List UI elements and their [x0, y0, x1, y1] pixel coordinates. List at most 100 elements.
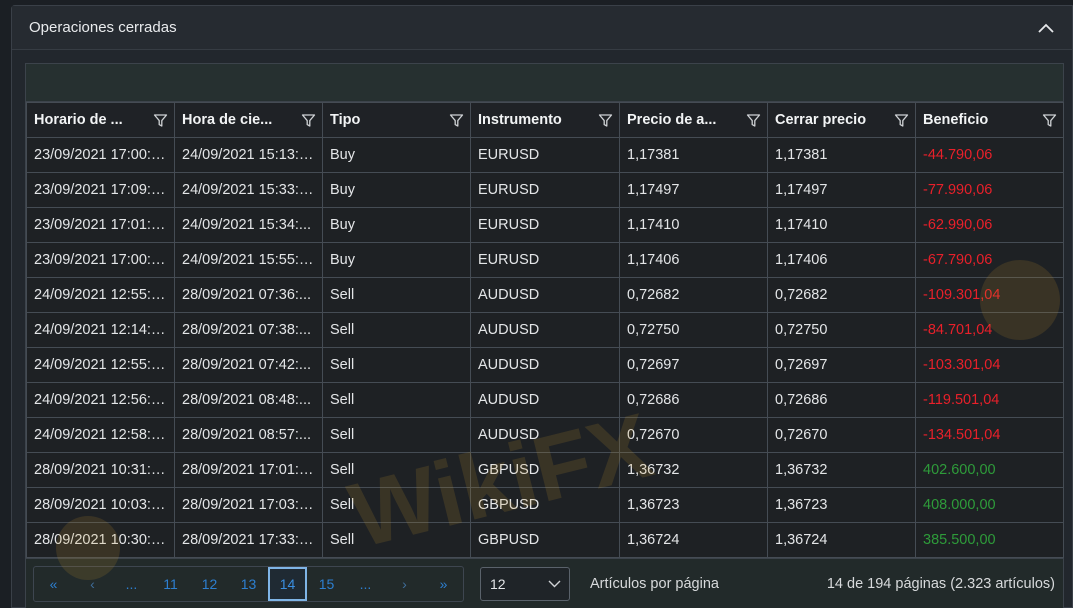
- table-cell: 1,17406: [767, 242, 916, 278]
- table-cell: 28/09/2021 17:03:34: [174, 487, 323, 523]
- table-cell: 0,72697: [767, 347, 916, 383]
- table-cell: GBPUSD: [470, 522, 620, 558]
- table-cell: 24/09/2021 15:33:20: [174, 172, 323, 208]
- filter-icon[interactable]: [301, 113, 316, 128]
- profit-cell: -62.990,06: [915, 207, 1064, 243]
- table-cell: Sell: [322, 417, 471, 453]
- column-header[interactable]: Precio de a...: [619, 102, 768, 138]
- table-row[interactable]: 24/09/2021 12:55:52 28/09/2021 07:42:... S…: [26, 347, 1064, 383]
- table-cell: AUDUSD: [470, 347, 620, 383]
- data-grid: Horario de ... Hora de cie... Tipo Instrume…: [25, 63, 1064, 608]
- table-cell: 1,36723: [767, 487, 916, 523]
- table-row[interactable]: 24/09/2021 12:55:20 28/09/2021 07:36:... S…: [26, 277, 1064, 313]
- table-cell: 1,17406: [619, 242, 768, 278]
- page-size-select[interactable]: 12: [480, 566, 570, 601]
- panel-header[interactable]: Operaciones cerradas: [12, 6, 1072, 50]
- table-cell: 28/09/2021 08:57:...: [174, 417, 323, 453]
- chevron-down-icon: [548, 580, 561, 587]
- table-cell: AUDUSD: [470, 417, 620, 453]
- column-header[interactable]: Beneficio: [915, 102, 1064, 138]
- column-header[interactable]: Tipo: [322, 102, 471, 138]
- page-button[interactable]: 15: [307, 567, 346, 601]
- table-cell: 1,17497: [767, 172, 916, 208]
- filter-icon[interactable]: [746, 113, 761, 128]
- table-cell: 28/09/2021 17:01:20: [174, 452, 323, 488]
- table-cell: 0,72682: [619, 277, 768, 313]
- profit-cell: -44.790,06: [915, 137, 1064, 173]
- profit-cell: 385.500,00: [915, 522, 1064, 558]
- table-cell: 28/09/2021 10:30:51: [26, 522, 175, 558]
- table-row[interactable]: 28/09/2021 10:03:57 28/09/2021 17:03:34 Se…: [26, 487, 1064, 523]
- table-cell: 0,72682: [767, 277, 916, 313]
- pagination: «‹... 11 12 13 14 15... ›»: [33, 565, 464, 602]
- trades-table: Horario de ... Hora de cie... Tipo Instrume…: [26, 102, 1064, 558]
- page-button[interactable]: 11: [151, 567, 190, 601]
- table-row[interactable]: 24/09/2021 12:14:00 28/09/2021 07:38:... S…: [26, 312, 1064, 348]
- table-row[interactable]: 23/09/2021 17:09:50 24/09/2021 15:33:20 Bu…: [26, 172, 1064, 208]
- table-cell: 1,36723: [619, 487, 768, 523]
- table-cell: 1,17497: [619, 172, 768, 208]
- table-cell: 23/09/2021 17:01:20: [26, 207, 175, 243]
- current-page-button[interactable]: 14: [268, 566, 307, 601]
- ellipsis-button[interactable]: ...: [112, 567, 151, 601]
- column-header[interactable]: Horario de ...: [26, 102, 175, 138]
- table-row[interactable]: 23/09/2021 17:01:20 24/09/2021 15:34:... B…: [26, 207, 1064, 243]
- last-page-button[interactable]: »: [424, 567, 463, 601]
- ellipsis-button[interactable]: ...: [346, 567, 385, 601]
- table-cell: 28/09/2021 07:38:...: [174, 312, 323, 348]
- table-cell: 0,72750: [767, 312, 916, 348]
- table-row[interactable]: 24/09/2021 12:58:40 28/09/2021 08:57:... S…: [26, 417, 1064, 453]
- page-button[interactable]: 12: [190, 567, 229, 601]
- table-cell: Sell: [322, 312, 471, 348]
- table-row[interactable]: 28/09/2021 10:31:20 28/09/2021 17:01:20 Se…: [26, 452, 1064, 488]
- table-cell: 24/09/2021 12:58:40: [26, 417, 175, 453]
- table-cell: 28/09/2021 08:48:...: [174, 382, 323, 418]
- chevron-up-icon[interactable]: [1036, 18, 1056, 38]
- table-cell: GBPUSD: [470, 487, 620, 523]
- column-header-label: Horario de ...: [34, 112, 123, 128]
- table-cell: Buy: [322, 207, 471, 243]
- filter-icon[interactable]: [449, 113, 464, 128]
- table-cell: Sell: [322, 522, 471, 558]
- table-cell: 0,72697: [619, 347, 768, 383]
- column-header[interactable]: Cerrar precio: [767, 102, 916, 138]
- page-button[interactable]: 13: [229, 567, 268, 601]
- table-cell: 28/09/2021 10:31:20: [26, 452, 175, 488]
- column-header-label: Hora de cie...: [182, 112, 273, 128]
- table-row[interactable]: 28/09/2021 10:30:51 28/09/2021 17:33:37 Se…: [26, 522, 1064, 558]
- table-cell: 0,72670: [619, 417, 768, 453]
- table-cell: 24/09/2021 15:55:30: [174, 242, 323, 278]
- table-cell: 1,17381: [767, 137, 916, 173]
- page-info: 14 de 194 páginas (2.323 artículos): [826, 575, 1055, 592]
- filter-icon[interactable]: [894, 113, 909, 128]
- filter-icon[interactable]: [598, 113, 613, 128]
- filter-icon[interactable]: [1042, 113, 1057, 128]
- column-header-label: Beneficio: [923, 112, 989, 128]
- table-cell: EURUSD: [470, 242, 620, 278]
- table-row[interactable]: 23/09/2021 17:00:02 24/09/2021 15:13:00 Bu…: [26, 137, 1064, 173]
- table-header-row: Horario de ... Hora de cie... Tipo Instrume…: [26, 102, 1064, 138]
- table-cell: 28/09/2021 07:36:...: [174, 277, 323, 313]
- table-cell: EURUSD: [470, 137, 620, 173]
- table-row[interactable]: 24/09/2021 12:56:30 28/09/2021 08:48:... S…: [26, 382, 1064, 418]
- table-cell: 1,36732: [767, 452, 916, 488]
- table-cell: 0,72670: [767, 417, 916, 453]
- table-cell: Sell: [322, 487, 471, 523]
- column-header[interactable]: Hora de cie...: [174, 102, 323, 138]
- table-cell: Sell: [322, 452, 471, 488]
- first-page-button[interactable]: «: [34, 567, 73, 601]
- table-cell: GBPUSD: [470, 452, 620, 488]
- table-cell: EURUSD: [470, 207, 620, 243]
- profit-cell: 408.000,00: [915, 487, 1064, 523]
- column-header-label: Precio de a...: [627, 112, 717, 128]
- filter-icon[interactable]: [153, 113, 168, 128]
- table-cell: 24/09/2021 12:56:30: [26, 382, 175, 418]
- prev-page-button[interactable]: ‹: [73, 567, 112, 601]
- table-cell: 23/09/2021 17:09:50: [26, 172, 175, 208]
- column-header[interactable]: Instrumento: [470, 102, 620, 138]
- table-row[interactable]: 23/09/2021 17:00:25 24/09/2021 15:55:30 Bu…: [26, 242, 1064, 278]
- next-page-button[interactable]: ›: [385, 567, 424, 601]
- table-cell: AUDUSD: [470, 312, 620, 348]
- table-cell: 24/09/2021 12:55:20: [26, 277, 175, 313]
- profit-cell: -77.990,06: [915, 172, 1064, 208]
